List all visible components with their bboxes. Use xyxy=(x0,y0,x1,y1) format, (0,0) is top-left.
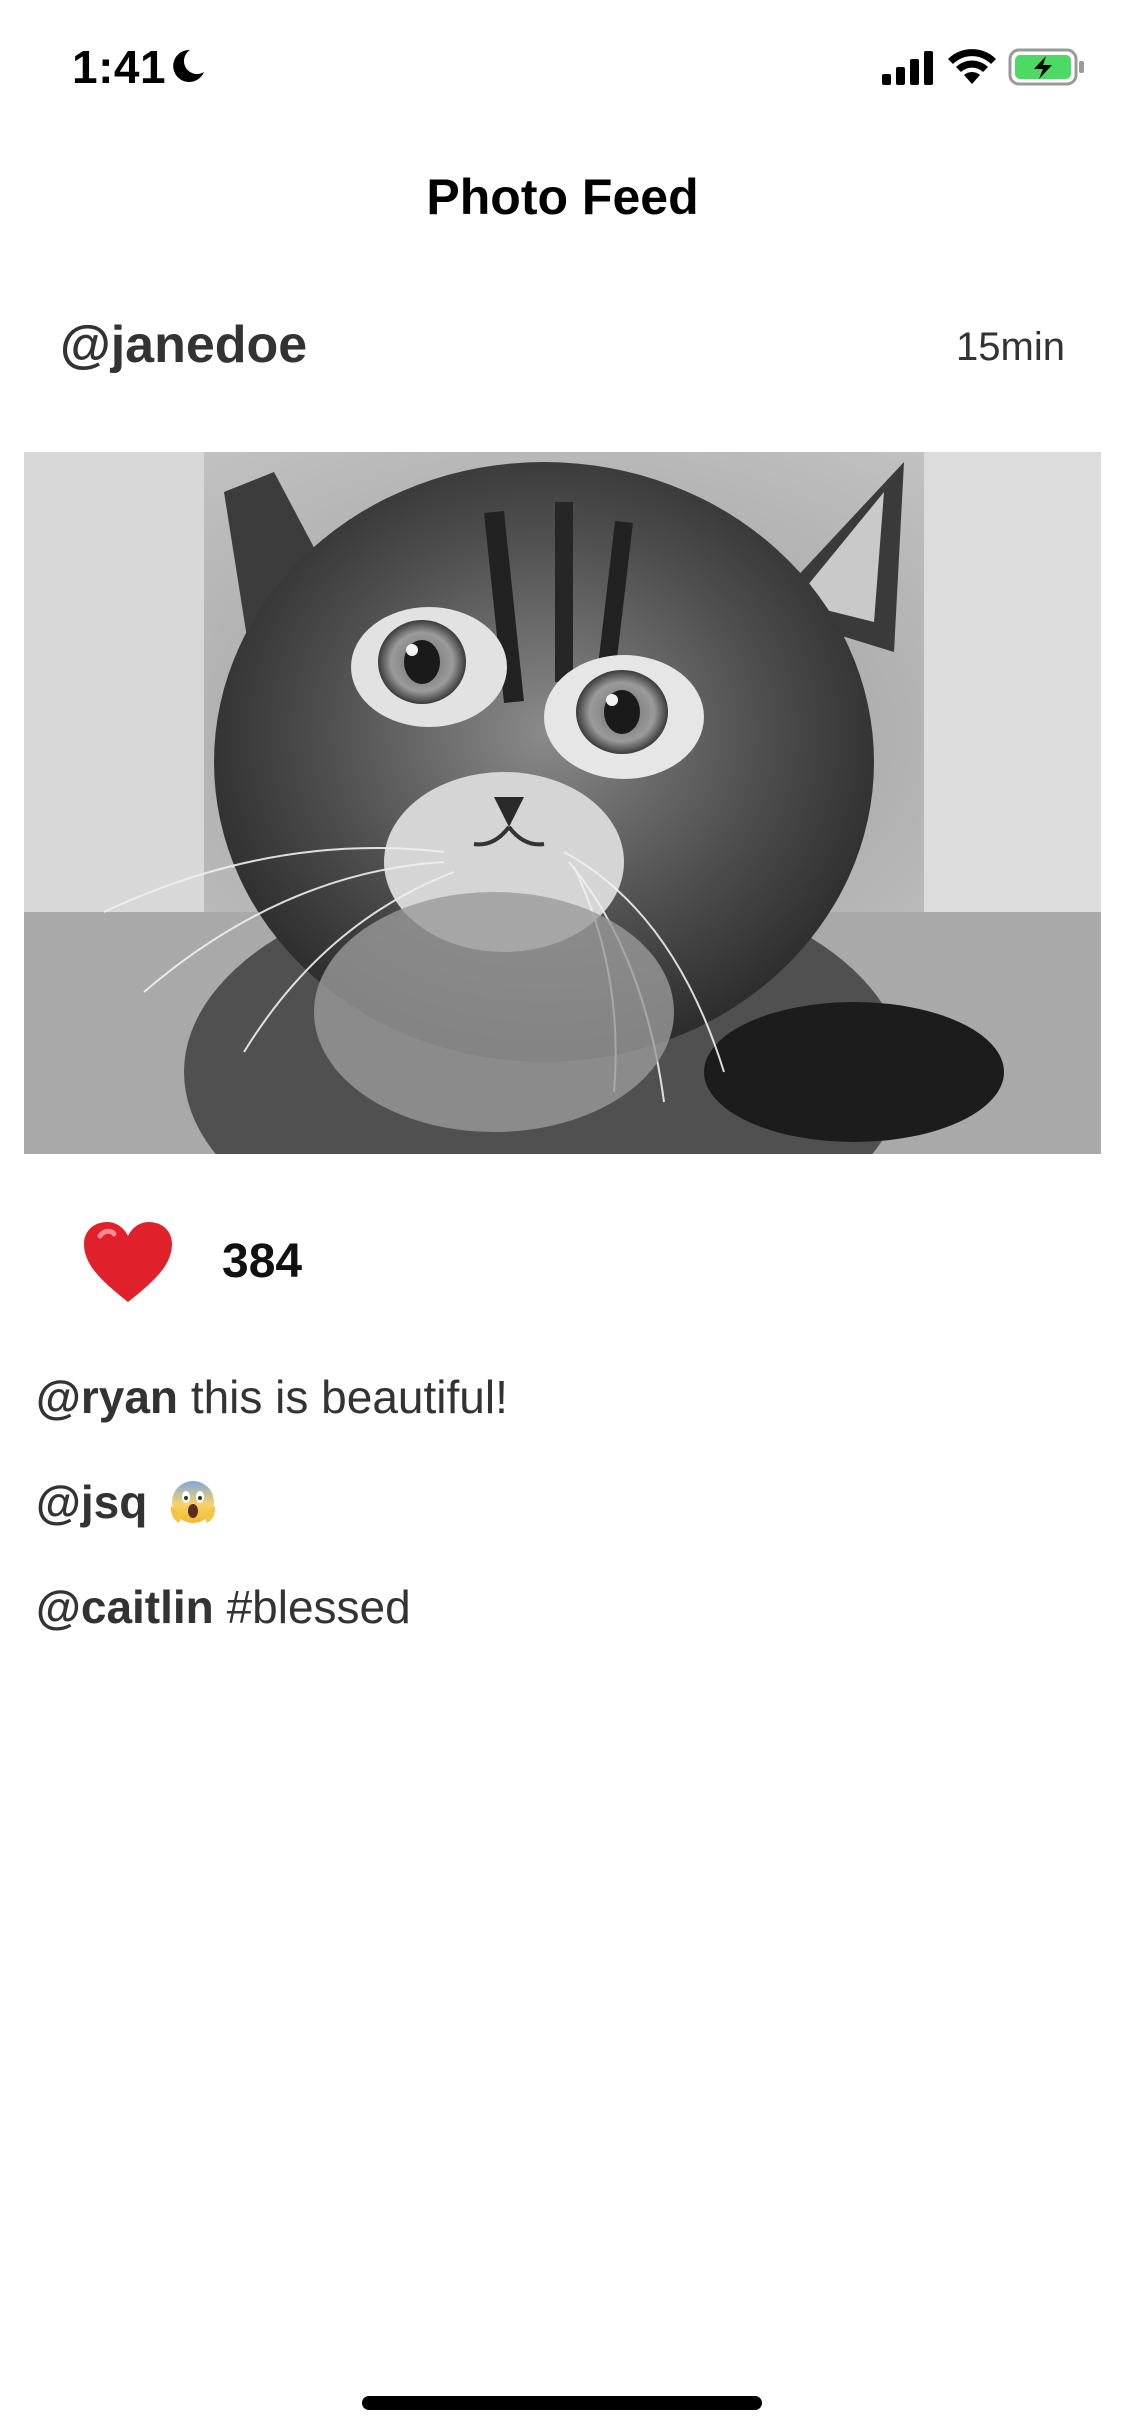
comment-item: @ryan this is beautiful! xyxy=(36,1368,1086,1426)
comment-username[interactable]: @ryan xyxy=(36,1371,178,1423)
wifi-icon xyxy=(948,49,996,84)
heart-icon[interactable] xyxy=(80,1218,176,1308)
cellular-signal-icon xyxy=(882,51,933,85)
comment-text: this is beautiful! xyxy=(190,1371,508,1423)
kitten-photo[interactable] xyxy=(24,452,1101,1154)
battery-charging-icon xyxy=(1008,48,1084,86)
face-screaming-in-fear-icon xyxy=(171,1481,216,1523)
comments-list: @ryan this is beautiful! @jsq @caitlin #… xyxy=(36,1368,1086,1683)
post-username[interactable]: @janedoe xyxy=(60,315,307,375)
page-title: Photo Feed xyxy=(426,169,699,225)
comment-username[interactable]: @caitlin xyxy=(36,1581,214,1633)
comment-item: @caitlin #blessed xyxy=(36,1578,1086,1636)
comment-text: #blessed xyxy=(226,1581,411,1633)
comment-username[interactable]: @jsq xyxy=(36,1476,147,1528)
like-count: 384 xyxy=(222,1235,303,1288)
status-bar: 1:41 xyxy=(0,0,1125,140)
status-time: 1:41 xyxy=(72,41,167,93)
post-timestamp: 15min xyxy=(956,325,1065,369)
kitten-photo-image xyxy=(24,452,1101,1154)
comment-item: @jsq xyxy=(36,1473,1086,1531)
moon-icon xyxy=(173,49,204,82)
home-indicator[interactable] xyxy=(362,2396,762,2410)
